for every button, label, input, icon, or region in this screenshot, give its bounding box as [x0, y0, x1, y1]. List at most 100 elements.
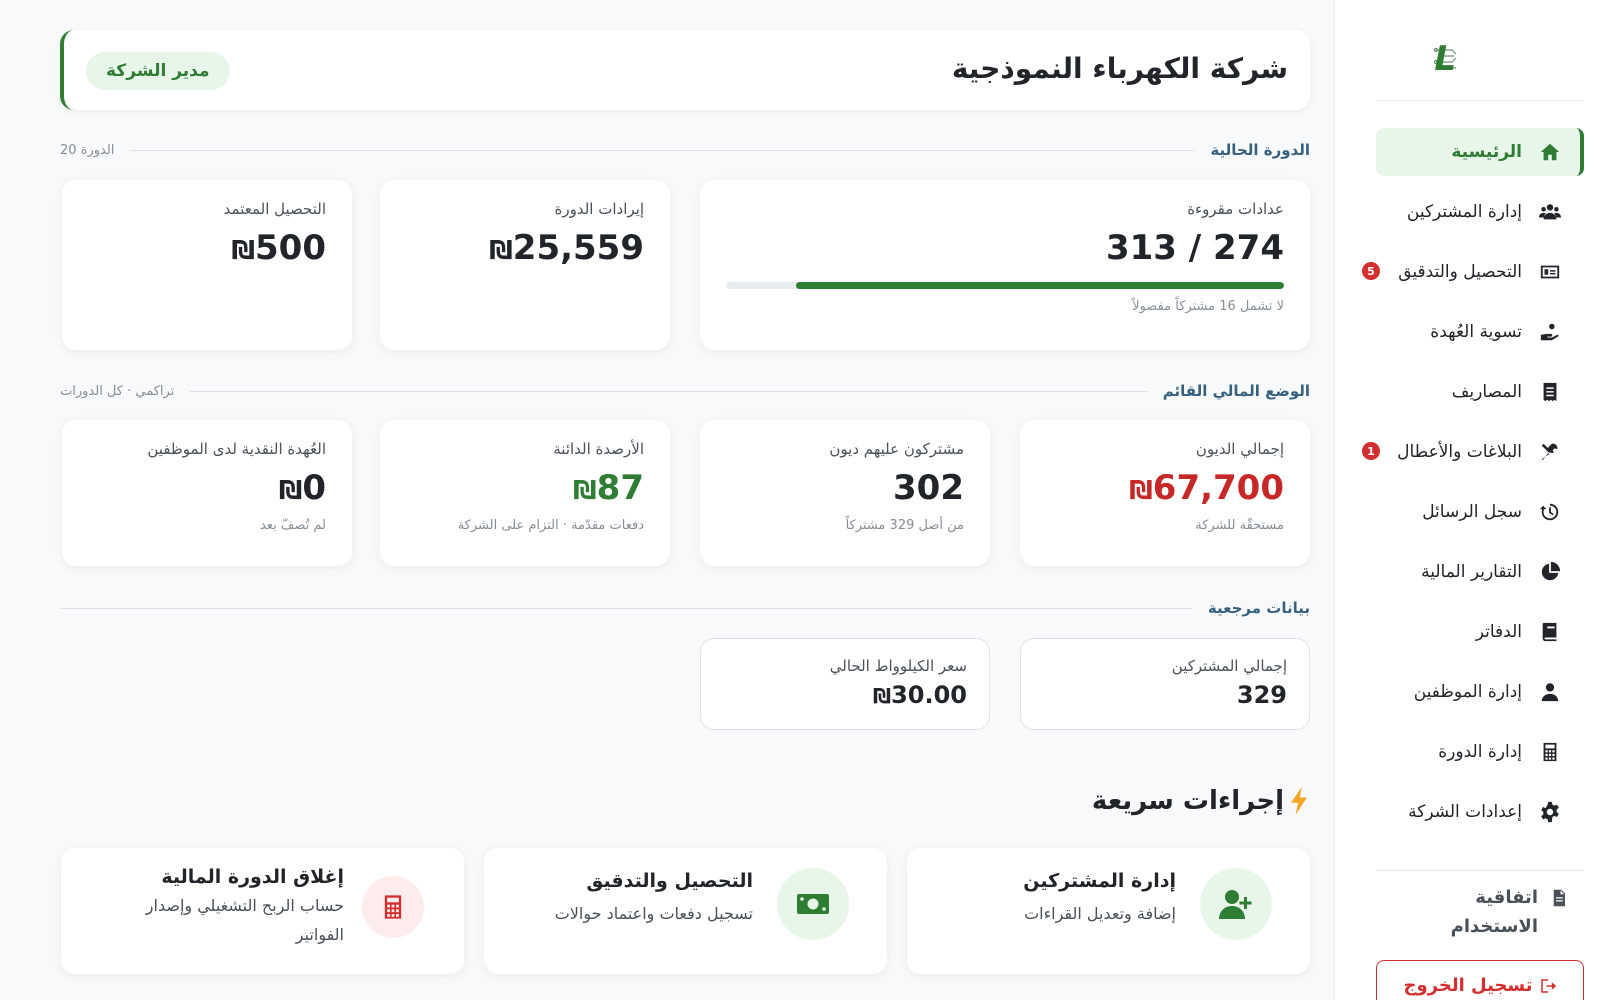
hand-coin-icon: [1536, 318, 1564, 346]
role-badge: مدير الشركة: [86, 52, 230, 90]
quick-action-desc: إضافة وتعديل القراءات: [1024, 904, 1176, 923]
home-icon: [1536, 138, 1564, 166]
card-subtext: من أصل 329 مشتركاً: [845, 518, 964, 533]
tools-icon: [1536, 438, 1564, 466]
progress-fill: [795, 282, 1284, 289]
card-label: مشتركون عليهم ديون: [829, 440, 964, 458]
pie-chart-icon: [1536, 558, 1564, 586]
quick-action-close-cycle[interactable]: إغلاق الدورة المالية حساب الربح التشغيلي…: [61, 848, 464, 974]
logout-label: تسجيل الخروج: [1403, 975, 1533, 996]
sidebar-item-ledgers[interactable]: الدفاتر: [1376, 608, 1584, 656]
main-content: شركة الكهرباء النموذجية مدير الشركة الدو…: [30, 0, 1310, 1000]
company-logo[interactable]: PL: [1409, 38, 1530, 79]
currency-symbol: ₪: [1129, 476, 1153, 506]
users-icon: [1536, 198, 1564, 226]
money-card-icon: [1536, 258, 1564, 286]
sidebar-item-expenses[interactable]: المصاريف: [1376, 368, 1584, 416]
card-value: ₪25,559: [489, 228, 644, 268]
total-debts-card: إجمالي الديون ₪67,700 مستحقّة للشركة: [1020, 420, 1310, 566]
card-value: ₪30.00: [872, 681, 967, 709]
sidebar-item-cycle[interactable]: إدارة الدورة: [1376, 728, 1584, 776]
quick-action-title: إدارة المشتركين: [1023, 870, 1176, 892]
card-label: إجمالي المشتركين: [1171, 657, 1287, 675]
quick-action-desc: حساب الربح التشغيلي وإصدار الفواتير: [145, 896, 344, 944]
indebted-subscribers-card: مشتركون عليهم ديون 302 من أصل 329 مشتركا…: [700, 420, 990, 566]
credit-balances-card: الأرصدة الدائنة ₪87 دفعات مقدّمة · التزا…: [380, 420, 670, 566]
currency-symbol: ₪: [573, 476, 597, 506]
sidebar-item-collection[interactable]: التحصيل والتدقيق 5: [1362, 248, 1584, 296]
sidebar-item-custody[interactable]: تسوية العُهدة: [1376, 308, 1584, 356]
quick-action-text: إدارة المشتركين إضافة وتعديل القراءات: [936, 870, 1176, 929]
card-label: إجمالي الديون: [1195, 440, 1284, 458]
svg-text:PL: PL: [1434, 39, 1456, 78]
sidebar-item-employees[interactable]: إدارة الموظفين: [1376, 668, 1584, 716]
card-value: 329: [1236, 681, 1287, 709]
approved-collection-card: التحصيل المعتمد ₪500: [62, 180, 352, 350]
card-value: 313 / 274: [1105, 228, 1284, 268]
sidebar-item-home[interactable]: الرئيسية: [1376, 128, 1584, 176]
section-divider: [60, 607, 1192, 609]
notification-badge: 1: [1362, 442, 1380, 460]
card-label: التحصيل المعتمد: [223, 200, 326, 218]
card-label: عدادات مقروءة: [1187, 200, 1284, 218]
section-financial-status: الوضع المالي القائم تراكمي · كل الدورات: [60, 380, 1310, 402]
sidebar-item-label: سجل الرسائل: [1422, 502, 1522, 522]
section-meta: تراكمي · كل الدورات: [60, 383, 175, 399]
card-subtext: لا تشمل 16 مشتركاً مفصولاً: [1132, 299, 1284, 314]
employee-custody-card: العُهدة النقدية لدى الموظفين ₪0 لم تُصفّ…: [62, 420, 352, 566]
sidebar-item-label: إعدادات الشركة: [1408, 802, 1522, 822]
quick-action-desc: تسجيل دفعات واعتماد حوالات: [554, 904, 753, 923]
sidebar-item-settings[interactable]: إعدادات الشركة: [1376, 788, 1584, 836]
quick-action-subscribers[interactable]: إدارة المشتركين إضافة وتعديل القراءات: [907, 848, 1310, 974]
sidebar-item-reports-faults[interactable]: البلاغات والأعطال 1: [1362, 428, 1584, 476]
sidebar-item-label: إدارة الموظفين: [1413, 682, 1522, 702]
cycle-revenue-card: إيرادات الدورة ₪25,559: [380, 180, 670, 350]
page-header: شركة الكهرباء النموذجية مدير الشركة: [60, 30, 1310, 110]
total-subscribers-card: إجمالي المشتركين 329: [1020, 638, 1310, 730]
cycle-number: الدورة 20: [60, 142, 115, 158]
sidebar-item-messages-log[interactable]: سجل الرسائل: [1376, 488, 1584, 536]
card-subtext: دفعات مقدّمة · التزام على الشركة: [457, 518, 644, 533]
sidebar: PL الرئيسية إدارة المشتركين التحصيل والت…: [1334, 0, 1600, 1000]
card-value: ₪0: [278, 468, 326, 508]
card-value: ₪67,700: [1129, 468, 1284, 508]
quick-action-title: التحصيل والتدقيق: [586, 870, 753, 892]
sidebar-divider: [1376, 870, 1584, 871]
history-icon: [1536, 498, 1564, 526]
terms-link[interactable]: اتفاقية الاستخدام: [1420, 884, 1570, 942]
quick-actions-heading: إجراءات سريعة: [1092, 786, 1310, 816]
card-label: العُهدة النقدية لدى الموظفين: [147, 440, 326, 458]
logout-button[interactable]: تسجيل الخروج: [1376, 960, 1584, 1000]
user-plus-icon: [1200, 868, 1272, 940]
gear-icon: [1536, 798, 1564, 826]
lightning-icon: [1291, 787, 1307, 815]
quick-actions-title: إجراءات سريعة: [1091, 786, 1284, 816]
card-label: سعر الكيلوواط الحالي: [829, 657, 967, 675]
calculator-icon: [362, 876, 424, 938]
quick-action-collection[interactable]: التحصيل والتدقيق تسجيل دفعات واعتماد حوا…: [484, 848, 887, 974]
sidebar-item-label: الدفاتر: [1475, 622, 1522, 642]
section-reference-data: بيانات مرجعية: [60, 597, 1310, 619]
quick-action-text: التحصيل والتدقيق تسجيل دفعات واعتماد حوا…: [513, 870, 753, 929]
meters-progress-bar: [726, 282, 1284, 289]
sidebar-item-subscribers[interactable]: إدارة المشتركين: [1376, 188, 1584, 236]
currency-symbol: ₪: [489, 236, 513, 266]
card-value: ₪500: [231, 228, 327, 268]
sidebar-item-label: التحصيل والتدقيق: [1398, 262, 1522, 282]
kwh-price-card: سعر الكيلوواط الحالي ₪30.00: [700, 638, 990, 730]
document-icon: [1548, 884, 1570, 912]
card-label: الأرصدة الدائنة: [553, 440, 644, 458]
page-title: شركة الكهرباء النموذجية: [951, 52, 1288, 85]
section-title: بيانات مرجعية: [1207, 599, 1310, 617]
logout-icon: [1540, 979, 1556, 993]
sidebar-item-label: إدارة المشتركين: [1406, 202, 1522, 222]
book-icon: [1536, 618, 1564, 646]
currency-symbol: ₪: [278, 476, 303, 506]
user-tie-icon: [1536, 678, 1564, 706]
sidebar-nav: الرئيسية إدارة المشتركين التحصيل والتدقي…: [1362, 128, 1584, 848]
sidebar-item-label: الرئيسية: [1451, 142, 1522, 162]
quick-action-title: إغلاق الدورة المالية: [161, 866, 344, 888]
calculator-icon: [1536, 738, 1564, 766]
card-value: 302: [893, 468, 964, 508]
sidebar-item-financial-reports[interactable]: التقارير المالية: [1376, 548, 1584, 596]
